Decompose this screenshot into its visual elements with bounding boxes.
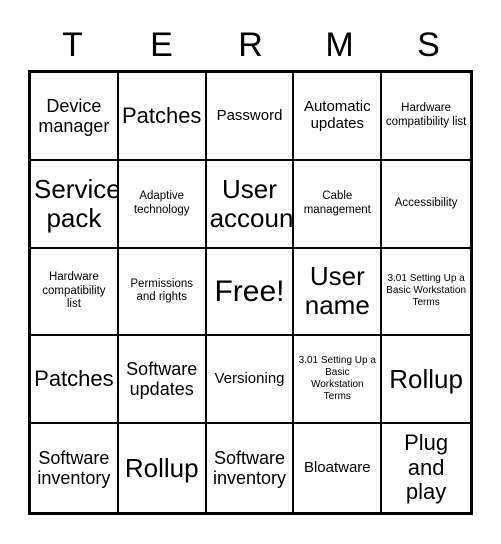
bingo-cell-label: User account xyxy=(209,173,295,233)
bingo-card: T E R M S Device manager Patches Passwor… xyxy=(0,0,501,544)
bingo-cell-label: Hardware compatibility list xyxy=(42,270,106,311)
bingo-cell[interactable]: Bloatware xyxy=(294,424,383,512)
bingo-cell-label: Adaptive technology xyxy=(133,189,190,216)
bingo-cell-label: Patches xyxy=(34,365,114,391)
bingo-cell-label: Software updates xyxy=(126,359,198,400)
bingo-cell[interactable]: Password xyxy=(206,73,295,161)
bingo-cell-label: 3.01 Setting Up a Basic Workstation Term… xyxy=(386,273,467,309)
bingo-cell[interactable]: Permissions and rights xyxy=(118,248,207,337)
bingo-cell-label: Cable management xyxy=(303,189,371,216)
bingo-cell-label: Permissions and rights xyxy=(130,277,194,304)
bingo-cell-label: Device manager xyxy=(38,95,110,136)
bingo-cell[interactable]: Rollup xyxy=(382,336,470,425)
bingo-cell[interactable]: Automatic updates xyxy=(294,73,383,161)
bingo-cell[interactable]: Rollup xyxy=(119,424,207,512)
header-letter-4: M xyxy=(325,26,354,64)
bingo-cell[interactable]: Device manager xyxy=(31,73,119,161)
bingo-cell[interactable]: Service pack xyxy=(31,160,119,249)
bingo-cell-label: Software inventory xyxy=(37,447,111,489)
bingo-cell-label: Rollup xyxy=(389,363,463,394)
bingo-cell[interactable]: Patches xyxy=(118,73,207,161)
header-letter-2: E xyxy=(150,26,173,64)
bingo-grid: Device manager Patches Password Automati… xyxy=(28,70,473,515)
bingo-cell[interactable]: Patches xyxy=(31,336,119,425)
bingo-cell-label: Software inventory xyxy=(212,447,287,489)
bingo-cell[interactable]: Software updates xyxy=(118,336,207,425)
bingo-cell[interactable]: User account xyxy=(206,160,295,249)
bingo-cell-label: Accessibility xyxy=(394,196,458,209)
bingo-cell-label: Free! xyxy=(214,274,285,308)
bingo-header: T E R M S xyxy=(28,20,473,70)
bingo-cell[interactable]: 3.01 Setting Up a Basic Workstation Term… xyxy=(294,336,383,425)
bingo-cell[interactable]: 3.01 Setting Up a Basic Workstation Term… xyxy=(382,249,470,337)
bingo-cell-label: Patches xyxy=(121,102,202,128)
bingo-cell[interactable]: Versioning xyxy=(206,336,295,425)
header-letter-3: R xyxy=(238,26,263,64)
bingo-cell[interactable]: Hardware compatibility list xyxy=(382,73,470,161)
bingo-cell-label: Plug and play xyxy=(404,430,449,505)
bingo-cell[interactable]: Adaptive technology xyxy=(118,160,207,249)
bingo-cell[interactable]: Hardware compatibility list xyxy=(31,248,119,337)
bingo-cell-label: Hardware compatibility list xyxy=(385,102,467,128)
bingo-cell-label: Rollup xyxy=(124,452,199,483)
bingo-cell[interactable]: Software inventory xyxy=(31,424,119,512)
bingo-cell-label: Versioning xyxy=(214,369,285,387)
header-letter-5: S xyxy=(417,26,440,64)
bingo-cell-label: Password xyxy=(216,106,283,124)
bingo-cell-label: 3.01 Setting Up a Basic Workstation Term… xyxy=(298,355,376,403)
bingo-cell-label: User name xyxy=(304,261,370,321)
bingo-cell-free[interactable]: Free! xyxy=(206,248,295,337)
bingo-cell-label: Bloatware xyxy=(303,458,371,476)
bingo-cell[interactable]: Cable management xyxy=(294,160,383,249)
bingo-cell[interactable]: Software inventory xyxy=(207,424,295,512)
bingo-cell-label: Service pack xyxy=(34,173,119,233)
bingo-cell-label: Automatic updates xyxy=(303,98,371,132)
header-letter-1: T xyxy=(62,26,83,64)
bingo-cell[interactable]: User name xyxy=(294,248,383,337)
bingo-cell[interactable]: Plug and play xyxy=(382,424,470,512)
bingo-cell[interactable]: Accessibility xyxy=(382,161,470,249)
